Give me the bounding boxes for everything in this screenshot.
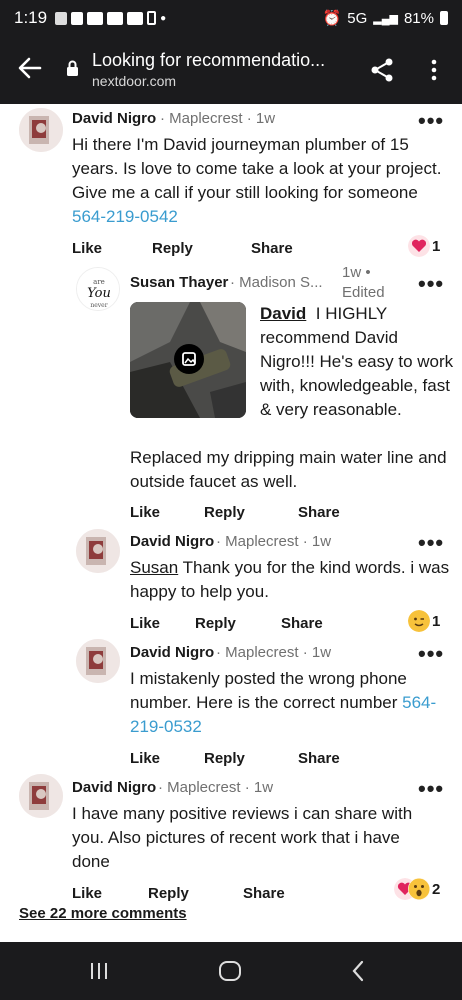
dot-icon: ● [160, 12, 167, 24]
image-badge-icon [174, 344, 204, 374]
reply-button[interactable]: Reply [195, 615, 236, 632]
battery-label: 81% [403, 9, 434, 27]
share-button[interactable]: Share [243, 885, 285, 902]
back-icon[interactable] [346, 958, 372, 984]
youtube-icon [87, 11, 104, 25]
reaction-summary[interactable]: 2 [394, 878, 440, 900]
reaction-count: 1 [432, 237, 441, 255]
comment-more-icon[interactable]: ••• [418, 110, 444, 132]
avatar[interactable] [76, 529, 120, 573]
network-label: 5G [347, 9, 368, 27]
share-button[interactable]: Share [298, 504, 340, 521]
page-domain[interactable]: nextdoor.com [92, 73, 176, 89]
comment-text: I mistakenly posted the wrong phone numb… [130, 669, 407, 712]
comment-author[interactable]: David Nigro [130, 644, 214, 661]
recent-apps-icon[interactable] [86, 958, 112, 984]
comment-body: Hi there I'm David journeyman plumber of… [72, 133, 452, 229]
comment-author[interactable]: David Nigro [72, 779, 156, 796]
avatar[interactable] [19, 108, 63, 152]
comment-body: I mistakenly posted the wrong phone numb… [130, 667, 450, 739]
like-button[interactable]: Like [72, 885, 102, 902]
more-options-icon[interactable] [426, 58, 442, 82]
alarm-icon: ⏰ [322, 10, 342, 27]
reply-button[interactable]: Reply [204, 750, 245, 767]
reply-button[interactable]: Reply [148, 885, 189, 902]
status-bar: 1:19 ● ⏰ 5G ▂▄▆ 81% [0, 0, 462, 36]
avatar[interactable]: are You never [76, 267, 120, 311]
youtube-icon [107, 11, 124, 25]
comment-text: Thank you for the kind words. i was happ… [130, 558, 450, 601]
reply-button[interactable]: Reply [152, 240, 193, 257]
like-button[interactable]: Like [72, 240, 102, 257]
reaction-summary[interactable]: 1 [408, 235, 440, 257]
reply-button[interactable]: Reply [204, 504, 245, 521]
browser-toolbar: Looking for recommendatio... nextdoor.co… [0, 36, 462, 104]
temu-icon [55, 11, 68, 25]
signal-icon: ▂▄▆ [373, 12, 398, 25]
share-button[interactable]: Share [281, 615, 323, 632]
see-more-comments-link[interactable]: See 22 more comments [19, 905, 187, 922]
battery-icon [440, 11, 448, 25]
comment-meta: · Madison S... [230, 274, 323, 291]
comment-text: Hi there I'm David journeyman plumber of… [72, 135, 442, 202]
comment-more-icon[interactable]: ••• [418, 778, 444, 800]
wow-emoji-icon [408, 878, 430, 900]
mention-link[interactable]: Susan [130, 558, 178, 577]
page-title[interactable]: Looking for recommendatio... [92, 50, 350, 71]
comment-time: 1w • [342, 264, 371, 281]
comment-body: Susan Thank you for the kind words. i wa… [130, 556, 450, 604]
comment-more-icon[interactable]: ••• [418, 273, 444, 295]
edited-label: Edited [342, 284, 385, 301]
reaction-summary[interactable]: 1 [408, 610, 440, 632]
hand-icon [71, 11, 84, 25]
comment-body: David I HIGHLY recommend David Nigro!!! … [260, 302, 456, 422]
comment-meta: · Maplecrest · 1w [216, 644, 332, 661]
like-button[interactable]: Like [130, 750, 160, 767]
comment-author[interactable]: Susan Thayer [130, 274, 228, 291]
comment-meta: · Maplecrest · 1w [160, 110, 276, 127]
comment-author[interactable]: David Nigro [130, 533, 214, 550]
comment-more-icon[interactable]: ••• [418, 532, 444, 554]
home-icon[interactable] [217, 958, 243, 984]
avatar[interactable] [76, 639, 120, 683]
share-button[interactable]: Share [251, 240, 293, 257]
comment-meta: · Maplecrest · 1w [158, 779, 274, 796]
back-arrow-icon[interactable] [16, 54, 44, 82]
android-nav-bar [0, 942, 462, 1000]
share-button[interactable]: Share [298, 750, 340, 767]
comment-body: I have many positive reviews i can share… [72, 804, 413, 871]
reaction-count: 1 [432, 612, 441, 630]
comment-body-continued: Replaced my dripping main water line and… [130, 448, 447, 491]
svg-text:never: never [90, 302, 107, 309]
avatar[interactable] [19, 774, 63, 818]
status-time: 1:19 [14, 8, 48, 27]
clipboard-icon [147, 11, 157, 25]
mention-link[interactable]: David [260, 304, 306, 323]
notification-icons: ● [55, 11, 166, 25]
like-button[interactable]: Like [130, 615, 160, 632]
phone-link[interactable]: 564-219-0542 [72, 207, 178, 226]
share-icon[interactable] [368, 56, 396, 84]
comment-more-icon[interactable]: ••• [418, 643, 444, 665]
heart-icon [408, 235, 430, 257]
lock-icon [67, 60, 78, 76]
comment-meta: · Maplecrest · 1w [216, 533, 332, 550]
reaction-count: 2 [432, 880, 441, 898]
wink-emoji-icon [408, 610, 430, 632]
like-button[interactable]: Like [130, 504, 160, 521]
status-right: ⏰ 5G ▂▄▆ 81% [323, 9, 448, 27]
comment-author[interactable]: David Nigro [72, 110, 156, 127]
youtube-icon [127, 11, 144, 25]
svg-text:are: are [93, 278, 105, 286]
comment-photo[interactable] [130, 302, 246, 418]
svg-text:You: You [87, 286, 111, 301]
